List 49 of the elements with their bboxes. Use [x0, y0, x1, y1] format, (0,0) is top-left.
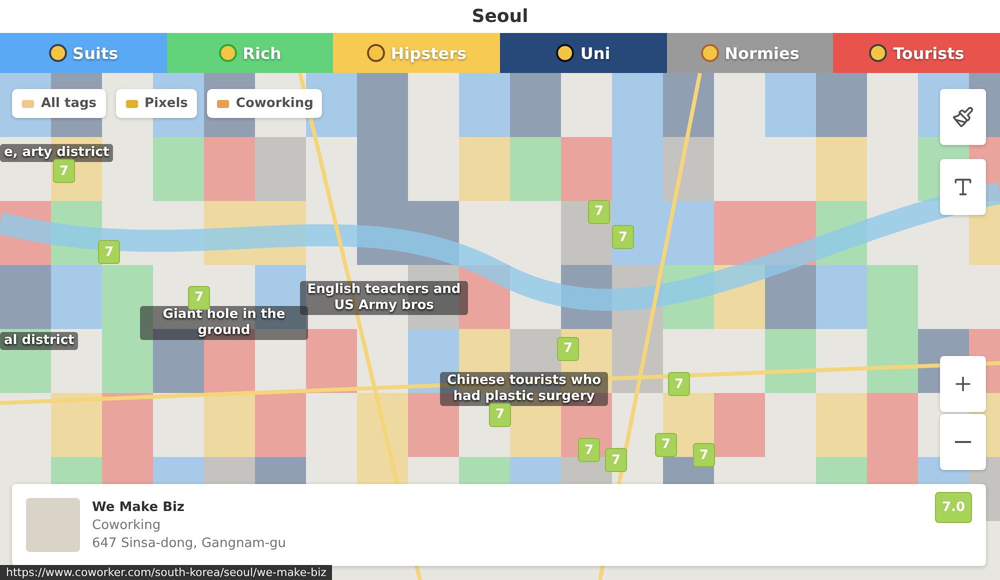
page-title: Seoul — [472, 6, 528, 27]
tag-filter[interactable]: Pixels — [116, 89, 197, 118]
area-annotation: Giant hole in the ground — [140, 306, 308, 340]
emoji-icon — [869, 44, 888, 62]
area-annotation: e, arty district — [0, 144, 114, 162]
place-card[interactable]: We Make Biz Coworking 647 Sinsa-dong, Gangnam-gu 7.0 — [12, 484, 986, 566]
category-tab[interactable]: Rich — [166, 33, 334, 73]
text-button[interactable] — [940, 159, 986, 215]
tag-icon — [21, 98, 35, 110]
area-annotation: al district — [0, 332, 78, 350]
score-badge: 7.0 — [934, 492, 972, 523]
brush-button[interactable] — [940, 89, 986, 145]
zoom-in-button[interactable] — [940, 356, 986, 412]
minus-icon — [955, 441, 971, 443]
place-marker[interactable]: 7 — [612, 225, 634, 250]
category-tab[interactable]: Normies — [666, 33, 834, 73]
category-tab[interactable]: Suits — [0, 33, 167, 73]
tag-icon — [216, 98, 230, 110]
category-tab[interactable]: Uni — [500, 33, 667, 73]
place-marker[interactable]: 7 — [557, 336, 579, 361]
status-url: https://www.coworker.com/south-korea/seoul/we-make-biz — [0, 565, 332, 580]
tag-filter[interactable]: Coworking — [206, 89, 322, 118]
brush-icon — [952, 106, 974, 128]
place-address: 647 Sinsa-dong, Gangnam-gu — [92, 536, 288, 550]
text-icon — [952, 176, 974, 198]
emoji-icon — [218, 44, 237, 62]
place-marker[interactable]: 7 — [53, 159, 75, 184]
place-marker[interactable]: 7 — [668, 372, 690, 396]
place-category: Coworking — [92, 518, 162, 532]
place-marker[interactable]: 7 — [588, 200, 610, 224]
emoji-icon — [366, 44, 385, 62]
category-tab[interactable]: Tourists — [833, 33, 1000, 73]
tag-icon — [124, 98, 139, 110]
place-marker[interactable]: 7 — [693, 443, 715, 468]
emoji-icon — [48, 44, 67, 62]
place-marker[interactable]: 7 — [655, 432, 677, 457]
category-tab[interactable]: Hipsters — [333, 33, 500, 73]
emoji-icon — [556, 44, 574, 62]
photo-placeholder — [26, 498, 80, 552]
place-marker[interactable]: 7 — [98, 240, 120, 264]
place-name: We Make Biz — [92, 500, 186, 514]
place-marker[interactable]: 7 — [578, 438, 600, 462]
emoji-icon — [700, 44, 719, 62]
area-annotation: English teachers and US Army bros — [300, 280, 468, 315]
place-marker[interactable]: 7 — [489, 402, 511, 427]
place-marker[interactable]: 7 — [605, 448, 627, 472]
tag-filter[interactable]: All tags — [12, 89, 106, 118]
place-marker[interactable]: 7 — [188, 286, 210, 310]
area-annotation: Chinese tourists who had plastic surgery — [440, 372, 608, 406]
